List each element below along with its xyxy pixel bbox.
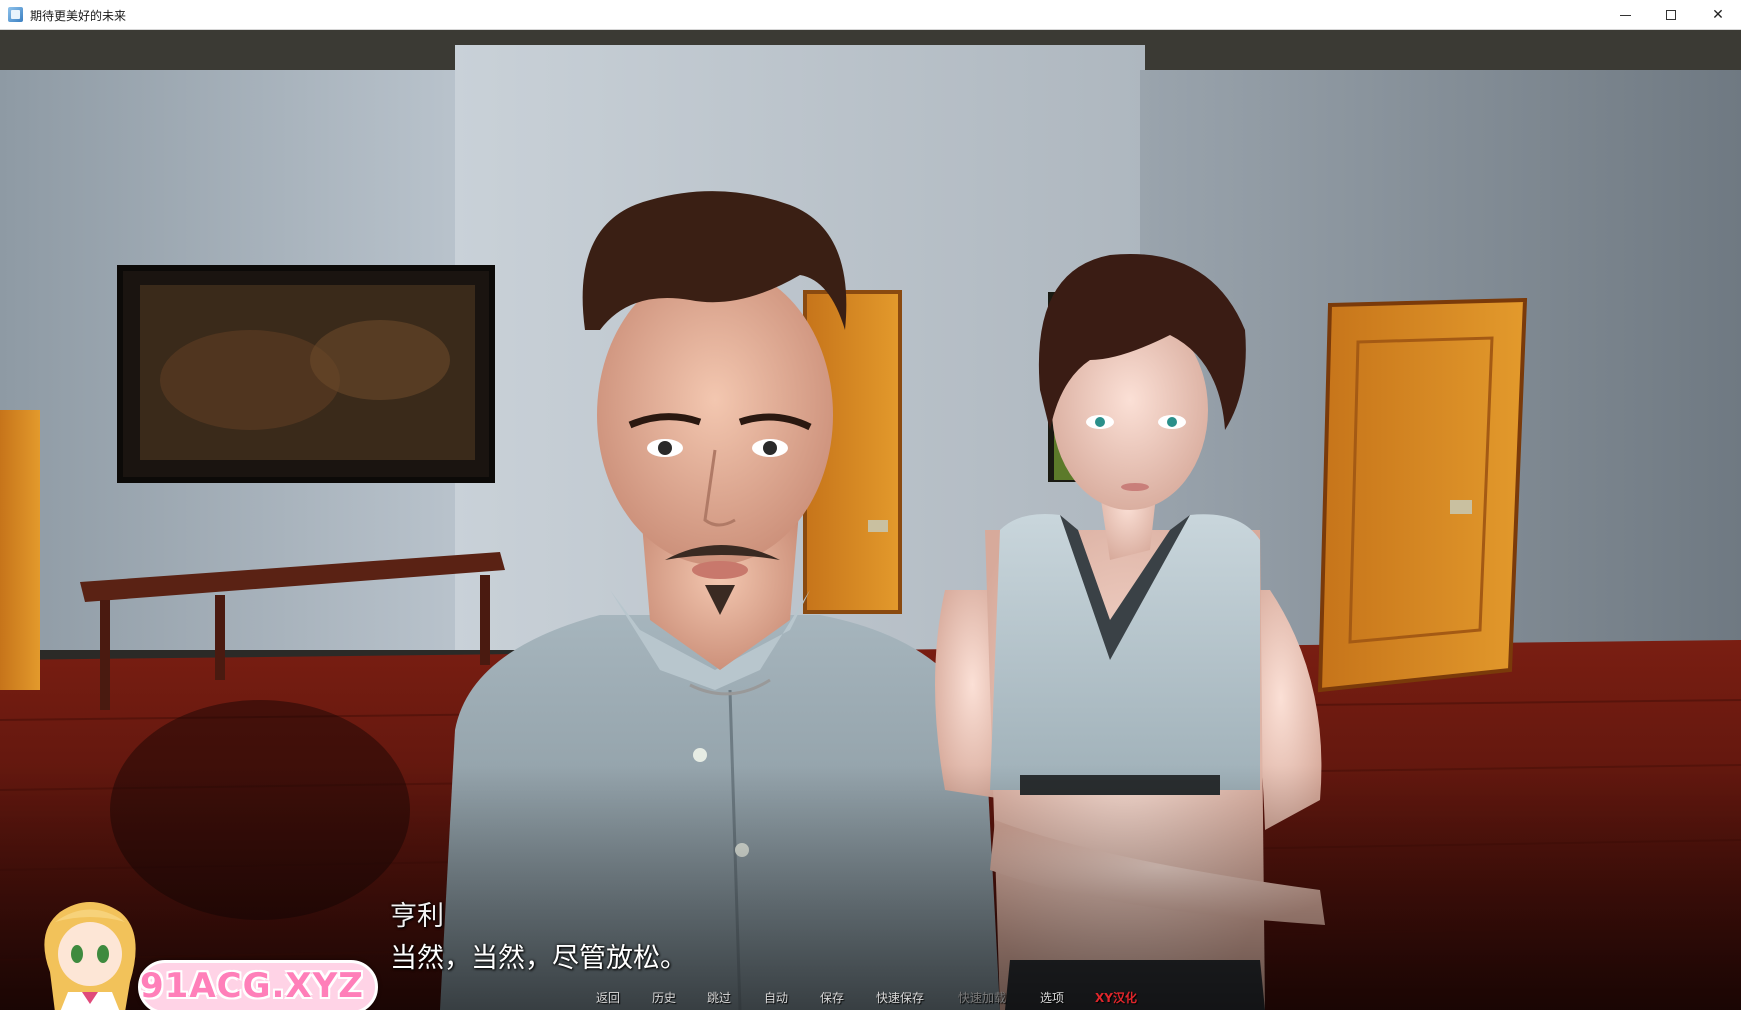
history-button[interactable]: 历史 <box>652 989 676 1006</box>
app-icon <box>8 7 23 22</box>
maximize-button[interactable] <box>1648 0 1694 30</box>
minimize-button[interactable] <box>1602 0 1648 30</box>
close-button[interactable]: ✕ <box>1695 0 1741 30</box>
scene-illustration <box>0 30 1741 1010</box>
save-button[interactable]: 保存 <box>820 989 844 1006</box>
speaker-name: 亨利 <box>390 901 444 932</box>
options-button[interactable]: 选项 <box>1040 989 1064 1006</box>
window-titlebar: 期待更美好的未来 ✕ <box>0 0 1741 30</box>
back-button[interactable]: 返回 <box>596 989 620 1006</box>
quick-menu: 返回 历史 跳过 自动 保存 快速保存 快速加载 选项 XY汉化 <box>0 989 1741 1009</box>
game-scene[interactable]: 91ACG.XYZ 亨利 当然，当然，尽管放松。 <box>0 30 1741 1010</box>
credit-label: XY汉化 <box>1095 991 1137 1005</box>
window-title: 期待更美好的未来 <box>30 9 127 23</box>
minimize-icon <box>1619 14 1631 16</box>
quick-load-button[interactable]: 快速加载 <box>958 989 1006 1006</box>
dialogue-text[interactable]: 当然，当然，尽管放松。 <box>390 936 687 975</box>
quick-save-button[interactable]: 快速保存 <box>876 989 924 1006</box>
auto-button[interactable]: 自动 <box>764 989 788 1006</box>
skip-button[interactable]: 跳过 <box>707 989 731 1006</box>
maximize-icon <box>1666 10 1676 20</box>
